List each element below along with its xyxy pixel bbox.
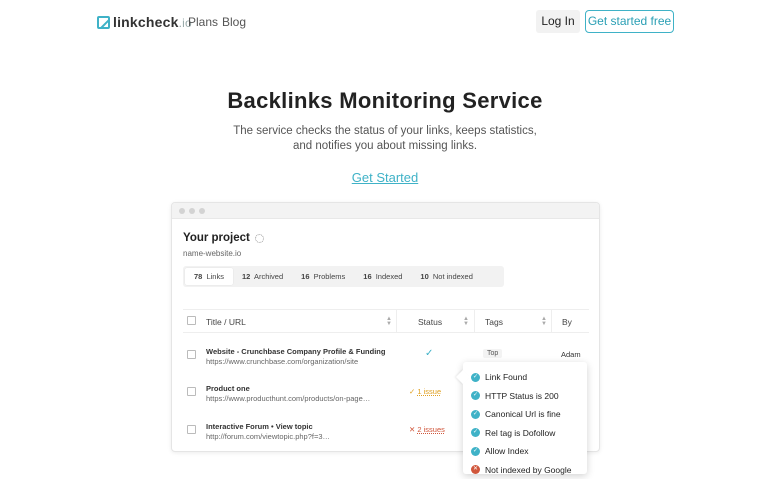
row-url[interactable]: http://forum.com/viewtopic.php?f=3…: [206, 432, 330, 441]
tab-indexed[interactable]: 16 Indexed: [354, 268, 411, 285]
column-header-divider: [474, 310, 475, 332]
check-circle-icon: ✓: [471, 447, 480, 456]
tab-archived[interactable]: 12 Archived: [233, 268, 292, 285]
column-divider: [551, 310, 552, 332]
column-header-title[interactable]: Title / URL: [206, 317, 246, 327]
hero-subtitle: The service checks the status of your li…: [230, 124, 540, 154]
popup-item: ✓ Allow Index: [471, 442, 587, 461]
popup-item: ✓ HTTP Status is 200: [471, 387, 587, 406]
sort-icon[interactable]: ▲▼: [386, 317, 392, 327]
column-header-status[interactable]: Status: [418, 317, 442, 327]
issue-count: 2 issues: [417, 425, 445, 434]
popup-item-label: Allow Index: [485, 446, 528, 456]
tab-bar: 78 Links 12 Archived 16 Problems 16 Inde…: [183, 266, 504, 287]
top-nav: linkcheck.io Plans Blog Log In Get start…: [0, 0, 770, 44]
popup-item-label: Link Found: [485, 372, 527, 382]
nav-link-blog[interactable]: Blog: [222, 15, 246, 29]
row-title[interactable]: Interactive Forum • View topic: [206, 422, 313, 431]
project-title: Your project: [183, 232, 264, 244]
nav-link-plans[interactable]: Plans: [188, 15, 218, 29]
column-divider: [396, 310, 397, 332]
login-button[interactable]: Log In: [536, 10, 580, 33]
window-titlebar: [172, 203, 599, 219]
row-title[interactable]: Website - Crunchbase Company Profile & F…: [206, 347, 385, 356]
row-author: Adam: [561, 350, 581, 359]
row-url[interactable]: https://www.crunchbase.com/organization/…: [206, 357, 358, 366]
check-circle-icon: ✓: [471, 391, 480, 400]
project-title-text: Your project: [183, 232, 250, 244]
row-title[interactable]: Product one: [206, 384, 250, 393]
sort-icon[interactable]: ▲▼: [463, 317, 469, 327]
window-dot-icon: [179, 208, 185, 214]
table-header: Title / URL ▲▼ Status ▲▼ Tags ▲▼ By: [183, 309, 589, 333]
row-checkbox[interactable]: [187, 350, 196, 359]
row-checkbox[interactable]: [187, 425, 196, 434]
popup-item-label: Rel tag is Dofollow: [485, 428, 555, 438]
column-header-by[interactable]: By: [562, 317, 572, 327]
check-circle-icon: ✓: [471, 410, 480, 419]
logo-text: linkcheck.io: [113, 14, 192, 30]
sort-icon[interactable]: ▲▼: [541, 317, 547, 327]
select-all-checkbox[interactable]: [187, 316, 196, 325]
row-checkbox[interactable]: [187, 387, 196, 396]
status-details-popover: ✓ Link Found ✓ HTTP Status is 200 ✓ Canonic…: [463, 362, 587, 474]
project-url: name-website.io: [183, 249, 241, 258]
window-dot-icon: [199, 208, 205, 214]
status-error[interactable]: ✕ 2 issues: [409, 425, 445, 434]
column-header-tags[interactable]: Tags: [485, 317, 503, 327]
window-dot-icon: [189, 208, 195, 214]
tab-not-indexed[interactable]: 10 Not indexed: [411, 268, 481, 285]
tag-badge[interactable]: Top: [483, 349, 502, 358]
status-ok-icon: ✓: [425, 348, 433, 359]
status-warning[interactable]: ✓ 1 issue: [409, 387, 441, 396]
hero-title: Backlinks Monitoring Service: [0, 88, 770, 114]
popup-item: ✓ Rel tag is Dofollow: [471, 424, 587, 443]
logo-icon: [97, 16, 110, 29]
get-started-free-button[interactable]: Get started free: [585, 10, 674, 33]
popup-item-label: Canonical Url is fine: [485, 409, 561, 419]
gear-icon[interactable]: [255, 234, 264, 243]
tab-problems[interactable]: 16 Problems: [292, 268, 354, 285]
check-circle-icon: ✓: [471, 373, 480, 382]
popup-item: ✓ Link Found: [471, 368, 587, 387]
issue-count: 1 issue: [417, 387, 441, 396]
tab-links[interactable]: 78 Links: [185, 268, 233, 285]
row-url[interactable]: https://www.producthunt.com/products/on-…: [206, 394, 370, 403]
check-circle-icon: ✓: [471, 428, 480, 437]
logo[interactable]: linkcheck.io: [97, 14, 192, 30]
popup-item: ✓ Canonical Url is fine: [471, 405, 587, 424]
get-started-link[interactable]: Get Started: [0, 170, 770, 185]
popup-item-label: HTTP Status is 200: [485, 391, 559, 401]
